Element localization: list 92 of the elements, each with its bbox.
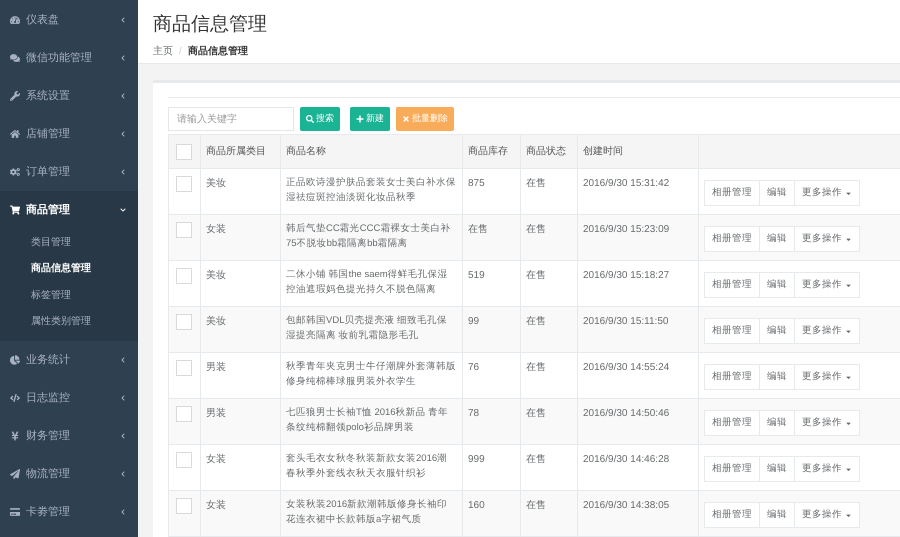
dropdown-button[interactable]: 更多操作 <box>794 502 860 528</box>
chevron-left-icon <box>120 17 126 23</box>
submenu-item[interactable]: 类目管理 <box>0 229 138 256</box>
action-button[interactable]: 相册管理 <box>704 226 760 252</box>
gears-icon <box>10 167 20 177</box>
menu-item[interactable]: 业务统计 <box>0 341 138 379</box>
action-button[interactable]: 编辑 <box>759 318 795 344</box>
action-button[interactable]: 相册管理 <box>704 272 760 298</box>
checkbox[interactable] <box>176 360 192 376</box>
checkbox[interactable] <box>176 498 192 514</box>
chevron-left-icon <box>120 131 126 137</box>
dashboard-icon <box>10 15 20 25</box>
action-button[interactable]: 编辑 <box>759 502 795 528</box>
dropdown-button[interactable]: 更多操作 <box>794 456 860 482</box>
menu-item[interactable]: 财务管理 <box>0 417 138 455</box>
chevron-left-icon <box>120 55 126 61</box>
action-button[interactable]: 编辑 <box>759 272 795 298</box>
menu-item[interactable]: 系统设置 <box>0 77 138 115</box>
card-icon <box>10 507 20 517</box>
chevron-down-icon <box>120 207 126 213</box>
breadcrumb-link[interactable]: 主页 <box>153 44 173 59</box>
menu-item[interactable]: 日志监控 <box>0 379 138 417</box>
checkbox[interactable] <box>176 176 192 192</box>
breadcrumb-separator: / <box>179 45 182 59</box>
caret-icon <box>845 466 852 472</box>
checkbox[interactable] <box>176 452 192 468</box>
action-button[interactable]: 相册管理 <box>704 456 760 482</box>
table-cell: 在售 <box>520 490 578 536</box>
submenu-item[interactable]: 属性类别管理 <box>0 308 138 335</box>
table-cell: 160 <box>462 490 520 536</box>
menu-item[interactable]: 仪表盘 <box>0 1 138 39</box>
chevron-left-icon <box>120 471 126 477</box>
caret-icon <box>845 236 852 242</box>
menu-item[interactable]: 卡劵管理 <box>0 493 138 531</box>
action-button[interactable]: 编辑 <box>759 410 795 436</box>
plus-icon <box>356 115 364 123</box>
checkbox[interactable] <box>176 144 192 160</box>
chevron-left-icon <box>120 357 126 363</box>
pie-chart-icon <box>10 355 20 365</box>
caret-icon <box>845 328 852 334</box>
caret-icon <box>845 374 852 380</box>
chevron-left-icon <box>120 169 126 175</box>
chat-icon <box>10 53 20 63</box>
action-button[interactable]: 编辑 <box>759 364 795 390</box>
submenu-item[interactable]: 标签管理 <box>0 282 138 308</box>
cart-icon <box>10 205 20 215</box>
checkbox[interactable] <box>176 406 192 422</box>
caret-icon <box>845 420 852 426</box>
action-button[interactable]: 相册管理 <box>704 180 760 206</box>
action-button[interactable]: 编辑 <box>759 456 795 482</box>
dropdown-button[interactable]: 更多操作 <box>794 180 860 206</box>
chevron-left-icon <box>120 395 126 401</box>
action-button[interactable]: 编辑 <box>759 226 795 252</box>
action-button[interactable]: 相册管理 <box>704 318 760 344</box>
menu-item[interactable]: 店铺管理 <box>0 115 138 153</box>
dropdown-button[interactable]: 更多操作 <box>794 410 860 436</box>
caret-icon <box>845 512 852 518</box>
submenu-item[interactable]: 商品信息管理 <box>0 256 138 282</box>
close-icon <box>402 115 410 123</box>
dropdown-button[interactable]: 更多操作 <box>794 364 860 390</box>
wrench-icon <box>10 91 20 101</box>
checkbox[interactable] <box>176 268 192 284</box>
paper-plane-icon <box>10 469 20 479</box>
caret-icon <box>845 190 852 196</box>
action-button[interactable]: 相册管理 <box>704 410 760 436</box>
page-title: 商品信息管理 <box>153 13 268 37</box>
checkbox[interactable] <box>176 314 192 330</box>
menu-item[interactable]: 微信功能管理 <box>0 39 138 77</box>
table-cell: 2016/9/30 14:38:05 <box>578 490 698 536</box>
checkbox[interactable] <box>176 222 192 238</box>
dropdown-button[interactable]: 更多操作 <box>794 318 860 344</box>
breadcrumb-current: 商品信息管理 <box>188 44 248 59</box>
caret-icon <box>845 282 852 288</box>
action-button[interactable]: 相册管理 <box>704 502 760 528</box>
search-icon <box>306 115 314 123</box>
code-icon <box>10 393 20 403</box>
chevron-left-icon <box>120 433 126 439</box>
action-button[interactable]: 相册管理 <box>704 364 760 390</box>
menu-item[interactable]: 商品管理 <box>0 191 138 229</box>
dropdown-button[interactable]: 更多操作 <box>794 226 860 252</box>
dropdown-button[interactable]: 更多操作 <box>794 272 860 298</box>
table-cell: 女装秋装2016新款潮韩版修身长袖印花连衣裙中长款韩版a字裙气质 <box>280 490 462 536</box>
chevron-left-icon <box>120 93 126 99</box>
chevron-left-icon <box>120 509 126 515</box>
table-cell: 女装 <box>200 490 280 536</box>
menu-item[interactable]: 订单管理 <box>0 153 138 191</box>
yen-icon <box>10 431 20 441</box>
search-field[interactable]: 请输入关键字 <box>168 107 294 131</box>
action-button[interactable]: 编辑 <box>759 180 795 206</box>
home-icon <box>10 129 20 139</box>
menu-item[interactable]: 物流管理 <box>0 455 138 493</box>
column-header: 商品名称 <box>280 134 462 168</box>
